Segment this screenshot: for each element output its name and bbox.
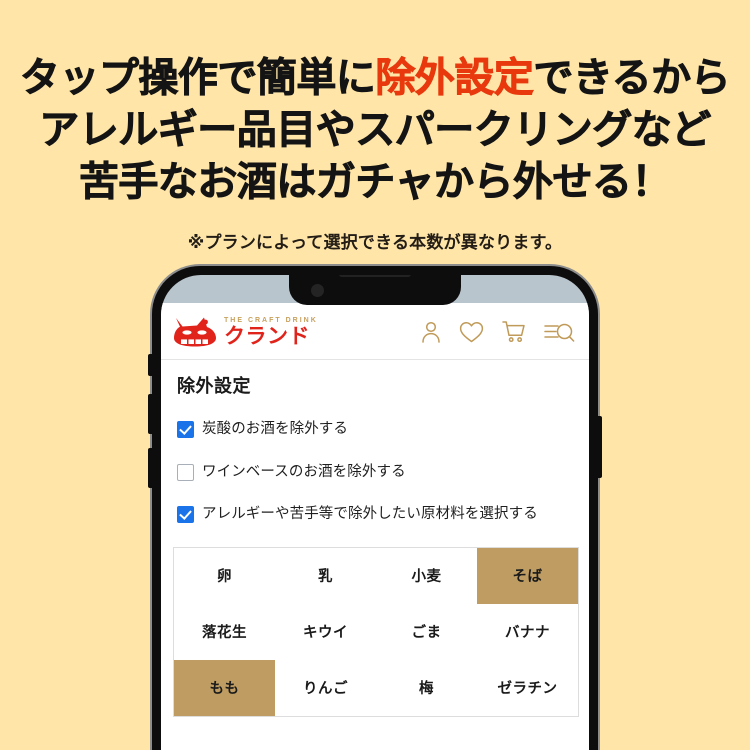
phone-screen-area: THE CRAFT DRINK クランド 除外設定 炭酸のお酒を除外する ワイン… xyxy=(161,275,589,750)
page-headline: タップ操作で簡単に除外設定できるから アレルギー品目やスパークリングなど 苦手な… xyxy=(0,52,750,208)
phone-mockup: THE CRAFT DRINK クランド 除外設定 炭酸のお酒を除外する ワイン… xyxy=(148,266,602,750)
phone-speaker-icon xyxy=(339,275,411,277)
promo-page: タップ操作で簡単に除外設定できるから アレルギー品目やスパークリングなど 苦手な… xyxy=(0,0,750,750)
header-icon-group xyxy=(420,320,575,344)
brand-text: THE CRAFT DRINK クランド xyxy=(224,317,318,347)
headline-line-1-post: できるから xyxy=(533,56,731,101)
headline-line-3: 苦手なお酒はガチャから外せる！ xyxy=(78,160,672,205)
favorite-heart-icon[interactable] xyxy=(459,321,484,344)
phone-mute-switch xyxy=(148,354,152,376)
phone-volume-down-button xyxy=(148,448,152,488)
checkbox-carbonated[interactable] xyxy=(177,421,194,438)
headline-line-1-pre: タップ操作で簡単に xyxy=(19,56,376,101)
cat-logo-icon xyxy=(174,317,216,347)
phone-camera-icon xyxy=(311,284,324,297)
allergen-cell[interactable]: 梅 xyxy=(376,659,477,716)
account-icon[interactable] xyxy=(420,320,442,344)
checkbox-label-allergen: アレルギーや苦手等で除外したい原材料を選択する xyxy=(202,506,538,523)
section-title: 除外設定 xyxy=(177,376,251,396)
allergen-cell[interactable]: 乳 xyxy=(275,547,376,604)
allergen-cell[interactable]: そば xyxy=(477,547,578,604)
allergen-grid: 卵乳小麦 そば落花生 キウイ ごま バナナもも りんご梅ゼラチン xyxy=(174,547,578,716)
exclusion-settings-section: 除外設定 炭酸のお酒を除外する ワインベースのお酒を除外する アレルギーや苦手等… xyxy=(161,360,589,525)
allergen-cell[interactable]: ごま xyxy=(376,603,477,660)
checkbox-row-wine-base[interactable]: ワインベースのお酒を除外する xyxy=(177,462,575,483)
app-screen: THE CRAFT DRINK クランド 除外設定 炭酸のお酒を除外する ワイン… xyxy=(161,303,589,750)
checkbox-row-allergen[interactable]: アレルギーや苦手等で除外したい原材料を選択する xyxy=(177,504,575,525)
allergen-cell[interactable]: もも xyxy=(174,659,275,716)
allergen-cell[interactable]: 落花生 xyxy=(174,603,275,660)
phone-power-button xyxy=(598,416,602,478)
menu-search-icon[interactable] xyxy=(543,320,575,344)
checkbox-label-carbonated: 炭酸のお酒を除外する xyxy=(202,421,348,437)
headline-subnote: ※プランによって選択できる本数が異なります。 xyxy=(187,233,563,252)
headline-highlight: 除外設定 xyxy=(375,56,534,101)
allergen-cell[interactable]: 小麦 xyxy=(376,547,477,604)
brand-logo[interactable]: THE CRAFT DRINK クランド xyxy=(173,317,318,347)
app-header: THE CRAFT DRINK クランド xyxy=(161,303,589,359)
headline-line-2: アレルギー品目やスパークリングなど xyxy=(39,108,712,153)
brand-name: クランド xyxy=(224,324,310,348)
cart-icon[interactable] xyxy=(501,320,526,344)
brand-tagline: THE CRAFT DRINK xyxy=(224,317,318,325)
checkbox-label-wine-base: ワインベースのお酒を除外する xyxy=(202,463,406,480)
allergen-cell[interactable]: りんご xyxy=(275,659,376,716)
phone-volume-up-button xyxy=(148,394,152,434)
phone-notch xyxy=(289,275,461,305)
headline-line-1: タップ操作で簡単に除外設定できるから xyxy=(0,52,750,104)
allergen-cell[interactable]: ゼラチン xyxy=(477,659,578,716)
allergen-cell[interactable]: バナナ xyxy=(477,603,578,660)
checkbox-row-carbonated[interactable]: 炭酸のお酒を除外する xyxy=(177,419,575,440)
allergen-cell[interactable]: キウイ xyxy=(275,603,376,660)
allergen-grid-wrapper: 卵乳小麦 そば落花生 キウイ ごま バナナもも りんご梅ゼラチン xyxy=(173,546,579,717)
allergen-cell[interactable]: 卵 xyxy=(174,547,275,604)
checkbox-wine-base[interactable] xyxy=(177,463,194,481)
checkbox-allergen[interactable] xyxy=(177,506,194,524)
